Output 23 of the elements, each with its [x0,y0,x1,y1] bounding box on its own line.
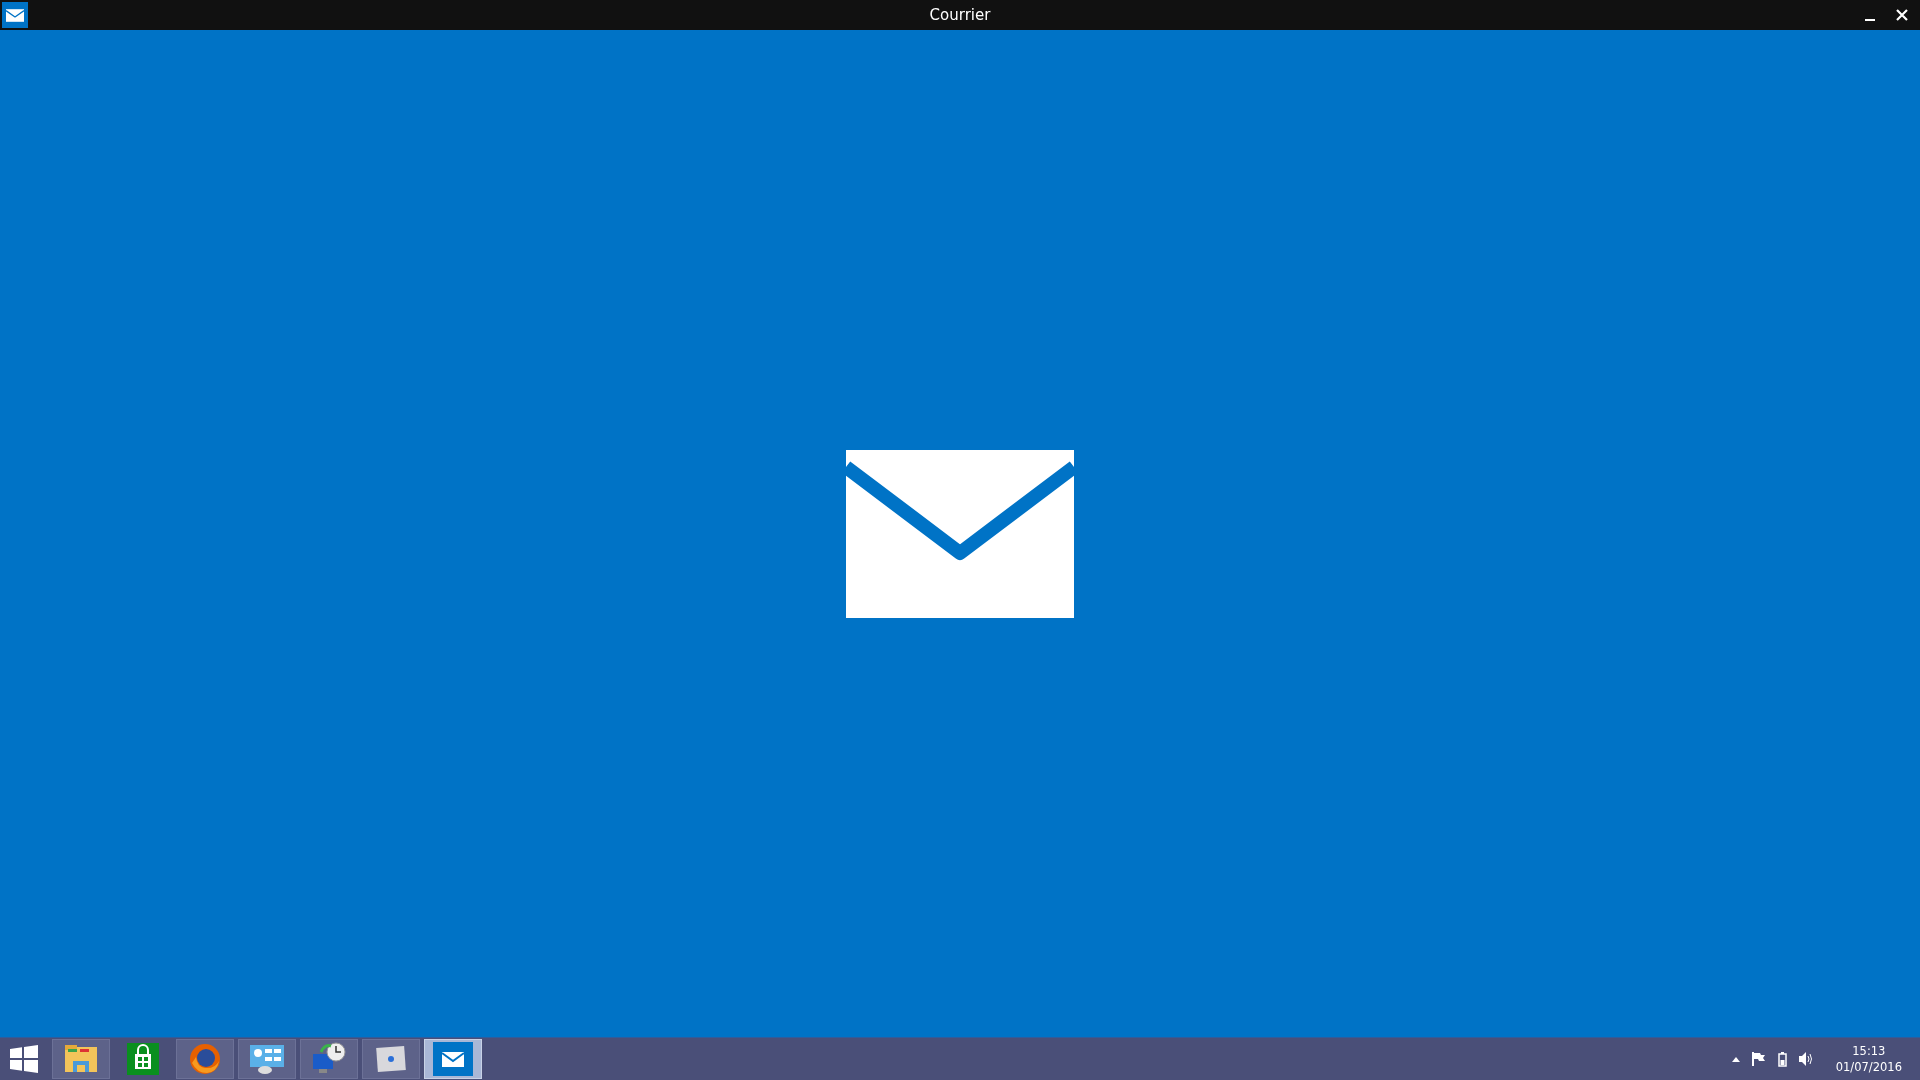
clock-time[interactable]: 15:13 [1852,1043,1886,1059]
taskbar-button[interactable] [238,1039,296,1079]
computer-clock-icon [311,1042,347,1076]
envelope-icon [846,449,1074,618]
clock-date[interactable]: 01/07/2016 [1835,1059,1902,1075]
photo-icon [375,1045,407,1073]
envelope-icon [433,1042,473,1076]
globe-icon [189,1043,221,1075]
folder-icon [64,1044,98,1074]
taskbar-button[interactable] [300,1039,358,1079]
window-title: Courrier [929,6,991,24]
control-panel-icon [249,1043,285,1075]
windows-logo-icon [10,1045,38,1073]
mail-app-icon [2,2,28,28]
minimize-icon [1865,19,1875,21]
taskbar-button[interactable] [362,1039,420,1079]
flag-icon[interactable] [1751,1052,1766,1066]
caret-up-icon[interactable] [1731,1056,1740,1062]
battery-icon[interactable] [1777,1051,1787,1067]
taskbar-button[interactable] [176,1039,234,1079]
close-icon [1896,9,1908,21]
speaker-icon[interactable] [1798,1052,1814,1066]
taskbar-button[interactable] [52,1039,110,1079]
